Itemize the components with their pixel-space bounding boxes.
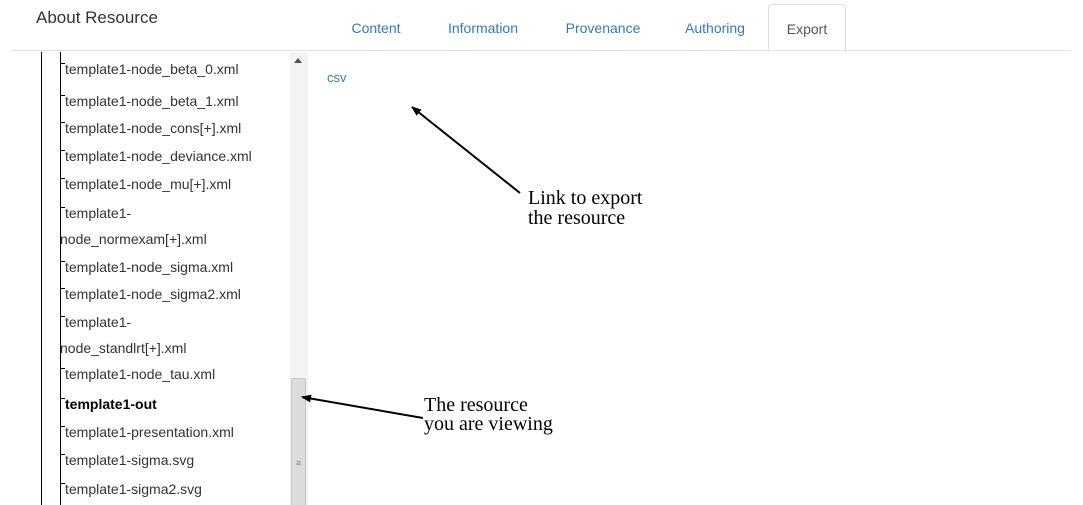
- annotation-export-line2: the resource: [528, 207, 626, 229]
- annotation-viewing-line1: The resource: [424, 394, 528, 416]
- page: About Resource Content Information Prove…: [0, 0, 1083, 505]
- arrow-to-export-link: [411, 106, 521, 194]
- arrow-to-selected-resource: [301, 394, 424, 419]
- annotation-viewing-line2: you are viewing: [424, 413, 553, 435]
- annotation-export-line1: Link to export: [528, 187, 643, 209]
